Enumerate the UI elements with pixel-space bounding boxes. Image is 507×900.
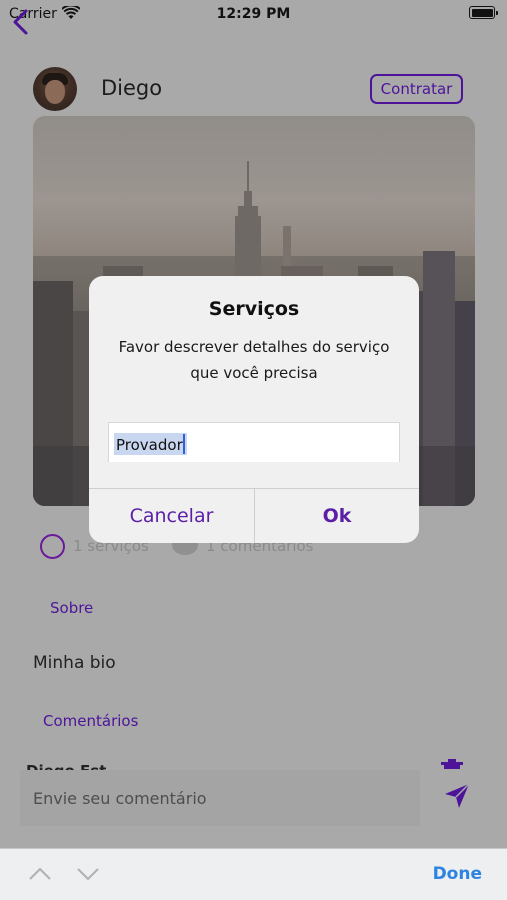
send-icon[interactable] — [443, 782, 471, 810]
avatar-face — [45, 80, 65, 104]
keyboard-toolbar: Done — [0, 848, 507, 900]
about-section-label: Sobre — [50, 599, 94, 617]
avatar[interactable] — [33, 67, 77, 111]
battery-icon — [469, 6, 498, 19]
cancel-button[interactable]: Cancelar — [89, 489, 254, 543]
dialog-title: Serviços — [208, 298, 300, 320]
text-caret — [182, 434, 185, 454]
done-button[interactable]: Done — [433, 864, 482, 884]
hire-button[interactable]: Contratar — [370, 74, 463, 104]
comments-section-label: Comentários — [43, 712, 139, 730]
comment-author-peek: Diego Est — [26, 762, 106, 770]
chevron-up-icon[interactable] — [28, 864, 52, 884]
check-circle-icon — [40, 534, 65, 559]
status-bar: Carrier 12:29 PM — [0, 0, 507, 30]
dialog-message: Favor descrever detalhes do serviço que … — [118, 338, 390, 382]
chevron-down-icon[interactable] — [76, 864, 100, 884]
profile-name: Diego — [101, 76, 163, 100]
back-chevron-icon[interactable] — [10, 8, 30, 36]
ok-button[interactable]: Ok — [255, 489, 419, 543]
service-details-value: Provador — [114, 433, 187, 455]
services-dialog: Serviços Favor descrever detalhes do ser… — [89, 276, 419, 543]
status-time: 12:29 PM — [216, 6, 291, 22]
comment-input[interactable] — [20, 770, 420, 826]
bio-text: Minha bio — [33, 653, 116, 673]
trash-icon[interactable] — [441, 759, 463, 769]
service-details-field[interactable]: Provador — [108, 422, 400, 462]
